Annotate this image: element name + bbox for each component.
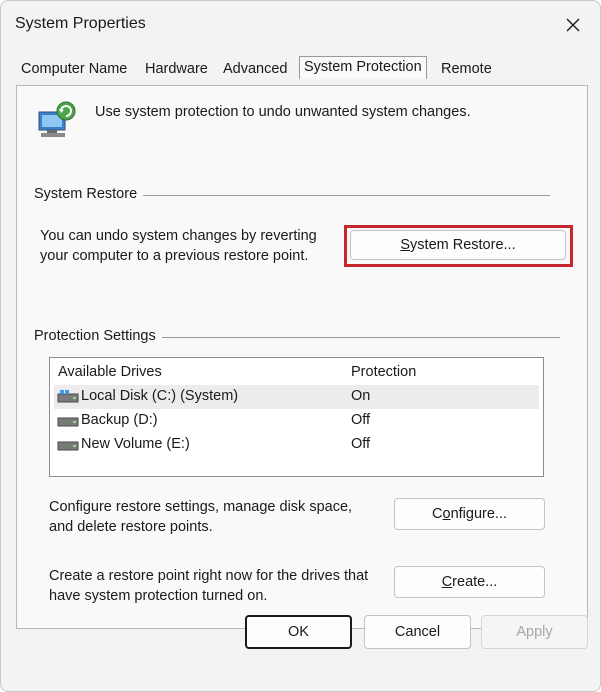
create-button[interactable]: Create... xyxy=(394,566,545,598)
configure-button-label: C xyxy=(432,506,443,522)
system-restore-description: You can undo system changes by reverting… xyxy=(40,226,317,266)
apply-button[interactable]: Apply xyxy=(481,615,588,649)
drive-protection-status: Off xyxy=(351,412,371,428)
create-description: Create a restore point right now for the… xyxy=(49,566,368,606)
system-restore-group-label: System Restore xyxy=(34,186,144,202)
drives-list[interactable]: Available Drives Protection Local Disk (… xyxy=(49,357,544,477)
drive-protection-status: Off xyxy=(351,436,371,452)
system-restore-description-line: your computer to a previous restore poin… xyxy=(40,248,309,264)
tab-panel: Use system protection to undo unwanted s… xyxy=(16,85,588,629)
configure-description: Configure restore settings, manage disk … xyxy=(49,497,352,537)
configure-button-accel: o xyxy=(442,506,451,522)
drive-name: Local Disk (C:) (System) xyxy=(81,388,239,404)
ok-button-label: OK xyxy=(288,624,309,640)
create-description-line: Create a restore point right now for the… xyxy=(49,568,369,584)
ok-button[interactable]: OK xyxy=(245,615,352,649)
system-drive-icon xyxy=(57,390,79,403)
configure-button[interactable]: Co nfigure... xyxy=(394,498,545,530)
create-description-line: have system protection turned on. xyxy=(49,588,268,604)
drive-row-e[interactable]: New Volume (E:) Off xyxy=(54,433,539,457)
highlight-box xyxy=(344,225,573,267)
create-button-label-rest: reate... xyxy=(452,574,498,590)
drive-icon xyxy=(57,441,79,451)
drive-name: New Volume (E:) xyxy=(81,436,190,452)
column-header-available-drives[interactable]: Available Drives xyxy=(58,364,162,380)
close-icon xyxy=(566,18,580,32)
drive-name: Backup (D:) xyxy=(81,412,158,428)
close-button[interactable] xyxy=(546,1,600,49)
configure-button-label-rest: nfigure... xyxy=(450,506,507,522)
title-bar: System Properties xyxy=(1,1,600,49)
column-header-protection[interactable]: Protection xyxy=(351,364,416,380)
drive-row-d[interactable]: Backup (D:) Off xyxy=(54,409,539,433)
drive-icon xyxy=(57,417,79,427)
tab-computer-name[interactable]: Computer Name xyxy=(21,61,127,77)
drive-protection-status: On xyxy=(351,388,371,404)
drive-row-c[interactable]: Local Disk (C:) (System) On xyxy=(54,385,539,409)
cancel-button-label: Cancel xyxy=(394,624,441,640)
system-protection-icon xyxy=(38,101,76,137)
configure-description-line: Configure restore settings, manage disk … xyxy=(49,499,353,515)
create-button-accel: C xyxy=(441,574,453,590)
window-title: System Properties xyxy=(15,15,146,32)
intro-text: Use system protection to undo unwanted s… xyxy=(95,104,471,120)
tab-system-protection[interactable]: System Protection xyxy=(299,56,427,79)
system-properties-window: System Properties Computer Name Hardware… xyxy=(0,0,601,692)
apply-button-accel: A xyxy=(516,624,527,640)
cancel-button[interactable]: Cancel xyxy=(364,615,471,649)
tab-hardware[interactable]: Hardware xyxy=(145,61,208,77)
configure-description-line: and delete restore points. xyxy=(49,519,213,535)
tab-remote[interactable]: Remote xyxy=(441,61,492,77)
tab-advanced[interactable]: Advanced xyxy=(223,61,288,77)
apply-button-label-rest: pply xyxy=(526,624,553,640)
system-restore-description-line: You can undo system changes by reverting xyxy=(40,228,317,244)
protection-settings-group-label: Protection Settings xyxy=(34,328,162,344)
